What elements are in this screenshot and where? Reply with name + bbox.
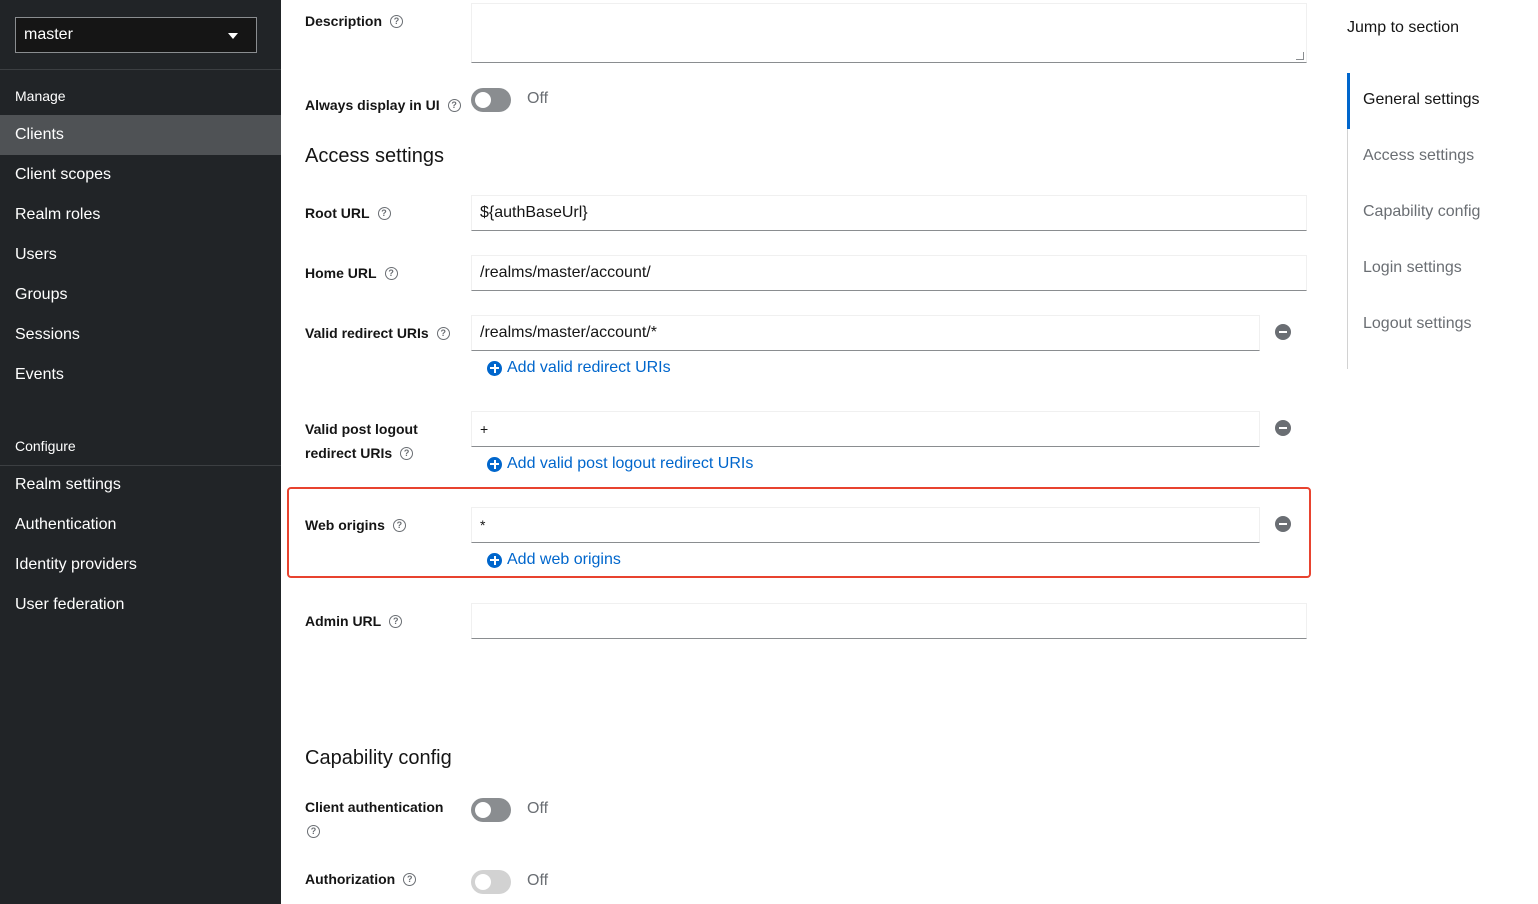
always-display-state: Off — [527, 90, 549, 107]
root-url-label: Root URL? — [305, 201, 391, 225]
caret-down-icon — [228, 33, 238, 39]
jump-item-general-settings[interactable]: General settings — [1363, 91, 1480, 109]
help-icon[interactable]: ? — [377, 206, 391, 220]
root-url-input[interactable]: ${authBaseUrl} — [471, 195, 1307, 231]
post-logout-label: Valid post logout redirect URIs? — [305, 417, 418, 465]
toggle-knob — [475, 92, 491, 108]
web-origins-label: Web origins? — [305, 513, 406, 537]
sidebar-item-users[interactable]: Users — [0, 235, 281, 275]
sidebar-item-realm-settings[interactable]: Realm settings — [0, 465, 281, 505]
description-label-text: Description — [305, 13, 383, 29]
jump-active-indicator — [1347, 73, 1350, 129]
valid-redirect-label-text: Valid redirect URIs — [305, 325, 429, 341]
plus-circle-icon — [487, 360, 502, 376]
home-url-input[interactable]: /realms/master/account/ — [471, 255, 1307, 291]
admin-url-label: Admin URL? — [305, 609, 403, 633]
client-auth-label: Client authentication ? — [305, 795, 443, 843]
toggle-knob — [475, 874, 491, 890]
admin-url-label-text: Admin URL — [305, 613, 382, 629]
add-post-logout-button[interactable]: Add valid post logout redirect URIs — [487, 455, 753, 473]
sidebar-item-clients[interactable]: Clients — [0, 115, 281, 155]
remove-web-origin-icon[interactable] — [1275, 516, 1291, 532]
jump-item-login-settings[interactable]: Login settings — [1363, 259, 1462, 277]
help-icon[interactable]: ? — [392, 518, 406, 532]
root-url-label-text: Root URL — [305, 205, 370, 221]
always-display-toggle[interactable] — [471, 88, 511, 112]
jump-to-section: Jump to section General settings Access … — [1326, 0, 1538, 904]
sidebar-item-groups[interactable]: Groups — [0, 275, 281, 315]
sidebar-item-realm-roles[interactable]: Realm roles — [0, 195, 281, 235]
always-display-label: Always display in UI? — [305, 93, 461, 117]
toggle-knob — [475, 802, 491, 818]
remove-post-logout-icon[interactable] — [1275, 420, 1291, 436]
description-label: Description? — [305, 9, 404, 33]
help-icon[interactable]: ? — [307, 824, 320, 838]
web-origins-label-text: Web origins — [305, 517, 385, 533]
realm-selector-value: master — [24, 26, 73, 43]
sidebar-divider — [0, 69, 281, 70]
authorization-state: Off — [527, 872, 549, 889]
authorization-label: Authorization? — [305, 867, 417, 891]
add-valid-redirect-label: Add valid redirect URIs — [507, 359, 671, 376]
web-origins-input[interactable]: * — [471, 507, 1260, 543]
help-icon[interactable]: ? — [403, 872, 417, 886]
sidebar-item-user-federation[interactable]: User federation — [0, 585, 281, 625]
sidebar-item-identity-providers[interactable]: Identity providers — [0, 545, 281, 585]
always-display-label-text: Always display in UI — [305, 97, 440, 113]
client-auth-state: Off — [527, 800, 549, 817]
add-valid-redirect-button[interactable]: Add valid redirect URIs — [487, 359, 671, 377]
home-url-label-text: Home URL — [305, 265, 377, 281]
authorization-label-text: Authorization — [305, 871, 396, 887]
resize-grip-icon[interactable] — [1296, 52, 1304, 60]
help-icon[interactable]: ? — [436, 326, 450, 340]
add-web-origins-label: Add web origins — [507, 551, 621, 568]
jump-item-capability-config[interactable]: Capability config — [1363, 203, 1480, 221]
sidebar-group-configure-title: Configure — [15, 438, 76, 454]
post-logout-label-line2: redirect URIs — [305, 445, 393, 461]
capability-config-title: Capability config — [305, 747, 452, 769]
jump-item-access-settings[interactable]: Access settings — [1363, 147, 1474, 165]
help-icon[interactable]: ? — [447, 98, 461, 112]
remove-redirect-icon[interactable] — [1275, 324, 1291, 340]
valid-redirect-label: Valid redirect URIs? — [305, 321, 450, 345]
post-logout-input[interactable]: + — [471, 411, 1260, 447]
jump-item-logout-settings[interactable]: Logout settings — [1363, 315, 1472, 333]
home-url-label: Home URL? — [305, 261, 398, 285]
sidebar-item-sessions[interactable]: Sessions — [0, 315, 281, 355]
client-auth-label-text: Client authentication — [305, 799, 444, 815]
sidebar-group-manage-title: Manage — [15, 88, 66, 104]
description-textarea[interactable] — [471, 3, 1307, 63]
sidebar: master Manage Clients Client scopes Real… — [0, 0, 281, 904]
help-icon[interactable]: ? — [400, 446, 414, 460]
help-icon[interactable]: ? — [384, 266, 398, 280]
add-post-logout-label: Add valid post logout redirect URIs — [507, 455, 754, 472]
authorization-toggle[interactable] — [471, 870, 511, 894]
help-icon[interactable]: ? — [389, 614, 403, 628]
admin-url-input[interactable] — [471, 603, 1307, 639]
realm-selector[interactable]: master — [15, 17, 257, 53]
plus-circle-icon — [487, 552, 502, 568]
access-settings-title: Access settings — [305, 145, 444, 167]
jump-to-section-title: Jump to section — [1347, 19, 1460, 36]
help-icon[interactable]: ? — [390, 14, 404, 28]
valid-redirect-input[interactable]: /realms/master/account/* — [471, 315, 1260, 351]
sidebar-item-events[interactable]: Events — [0, 355, 281, 395]
sidebar-item-authentication[interactable]: Authentication — [0, 505, 281, 545]
post-logout-label-line1: Valid post logout — [305, 421, 418, 437]
sidebar-item-client-scopes[interactable]: Client scopes — [0, 155, 281, 195]
add-web-origins-button[interactable]: Add web origins — [487, 551, 621, 569]
client-settings-form: Description? Always display in UI? Off A… — [281, 0, 1326, 904]
plus-circle-icon — [487, 456, 502, 472]
client-auth-toggle[interactable] — [471, 798, 511, 822]
